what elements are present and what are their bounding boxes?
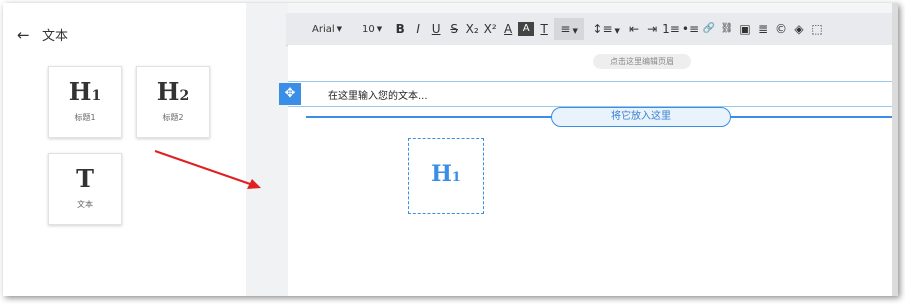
heading2-icon: H2 [156, 77, 190, 106]
text-block-content[interactable]: 在这里输入您的文本... [328, 87, 428, 102]
strikethrough-button[interactable]: S [446, 18, 462, 40]
horizontal-rule-icon[interactable]: ≣ [755, 18, 771, 40]
red-arrow-icon [154, 150, 261, 189]
tile-heading2[interactable]: H2 标题2 [136, 66, 210, 138]
drop-zone-label: 将它放入这里 [551, 107, 731, 127]
chevron-down-icon: ▼ [376, 25, 383, 33]
ordered-list-button[interactable]: 1≡ [662, 18, 680, 40]
heading1-icon: H1 [431, 161, 461, 187]
edit-header-button[interactable]: 点击这里编辑页眉 [593, 54, 691, 69]
copyright-icon[interactable]: © [773, 18, 789, 40]
tile-heading1[interactable]: H1 标题1 [48, 66, 122, 138]
line-height-icon: ↕≡ [592, 22, 613, 36]
outdent-button[interactable]: ⇤ [626, 18, 642, 40]
tile-label: 文本 [77, 200, 93, 209]
panel-title: 文本 [42, 29, 69, 44]
font-size-value: 10 [362, 23, 375, 35]
bold-button[interactable]: B [392, 18, 408, 40]
chevron-down-icon: ▼ [572, 27, 578, 35]
editor-window: ← 文本 H1 标题1 H2 标题2 T 文本 Arial ▼ 10 ▼ B I U… [3, 3, 898, 296]
font-color-button[interactable]: A [500, 18, 516, 40]
tile-text[interactable]: T 文本 [48, 153, 122, 225]
font-size-select[interactable]: 10 ▼ [358, 24, 386, 35]
indent-button[interactable]: ⇥ [644, 18, 660, 40]
tile-label: 标题1 [74, 113, 96, 122]
back-arrow-icon[interactable]: ← [17, 26, 35, 44]
subscript-button[interactable]: X₂ [464, 18, 480, 40]
move-icon[interactable]: ✥ [279, 83, 301, 105]
text-icon: T [76, 164, 94, 193]
clear-format-button[interactable]: T [536, 18, 552, 40]
page-canvas: 点击这里编辑页眉 ✥ 在这里输入您的文本... 将它放入这里 H1 [279, 45, 898, 296]
unlink-icon[interactable]: ⛓ [719, 18, 735, 40]
font-family-select[interactable]: Arial ▼ [308, 24, 346, 35]
dragged-heading1-element[interactable]: H1 [408, 138, 484, 214]
image-icon[interactable]: ▣ [737, 18, 753, 40]
paint-bucket-icon[interactable]: ◈ [791, 18, 807, 40]
bullet-list-button[interactable]: •≡ [682, 18, 699, 40]
font-family-value: Arial [312, 23, 335, 35]
underline-button[interactable]: U [428, 18, 444, 40]
format-toolbar: Arial ▼ 10 ▼ B I U S X₂ X² A A T ≡ ▼ ↕≡ ▼ ⇤ … [286, 13, 898, 46]
align-left-icon: ≡ [560, 22, 571, 36]
line-height-button[interactable]: ↕≡ ▼ [591, 18, 621, 40]
superscript-button[interactable]: X² [482, 18, 498, 40]
chevron-down-icon: ▼ [336, 25, 343, 33]
chevron-down-icon: ▼ [614, 27, 620, 35]
border-icon[interactable]: ⬚ [809, 18, 825, 40]
italic-button[interactable]: I [410, 18, 426, 40]
window-edge [892, 3, 898, 296]
heading1-icon: H1 [68, 77, 102, 106]
link-icon[interactable]: 🔗 [701, 18, 717, 40]
panel-header: ← 文本 [17, 25, 69, 45]
tile-label: 标题2 [162, 113, 184, 122]
highlight-button[interactable]: A [518, 22, 535, 36]
align-button[interactable]: ≡ ▼ [554, 18, 585, 40]
